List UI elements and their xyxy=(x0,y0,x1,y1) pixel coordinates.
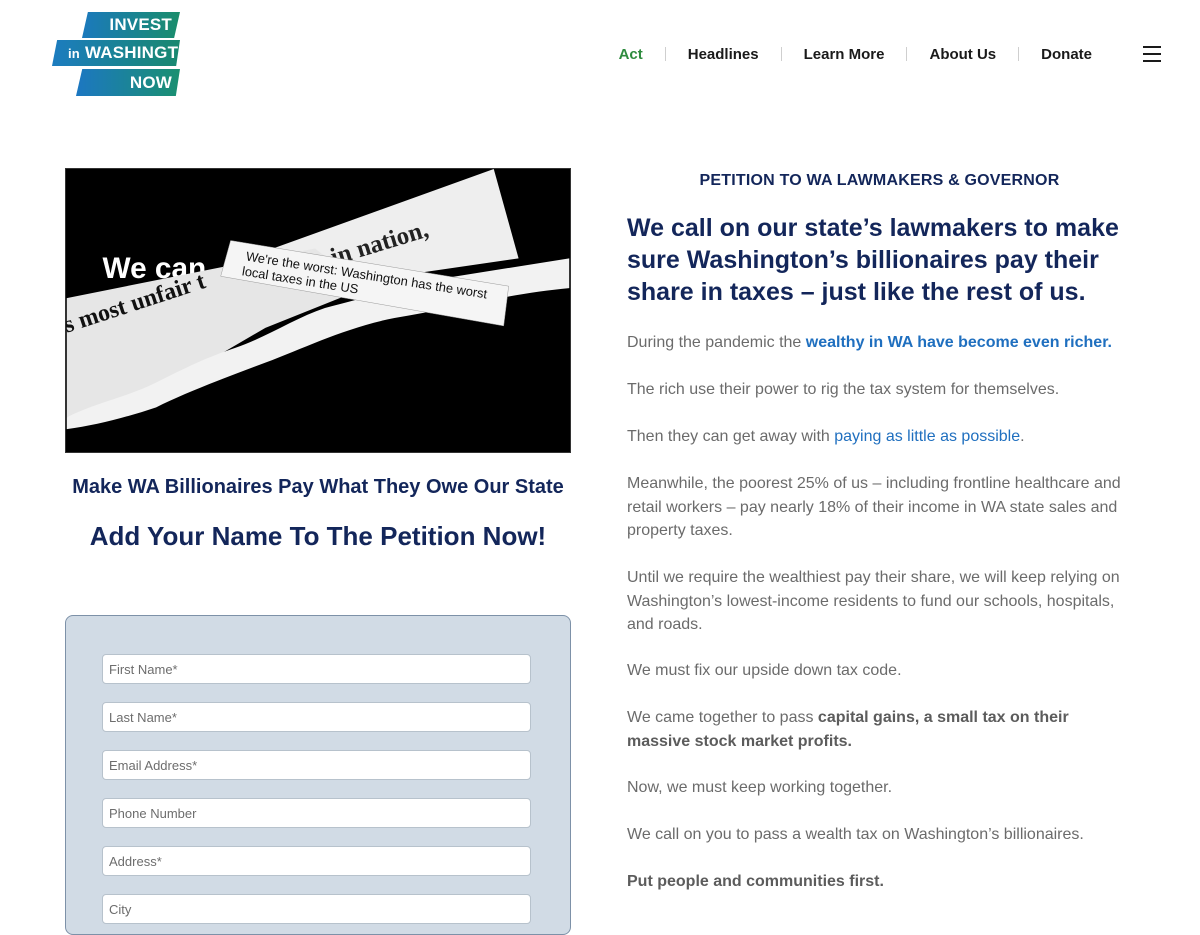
city-field[interactable] xyxy=(102,894,531,924)
logo-line-invest: INVEST xyxy=(82,12,180,38)
logo-line-washington: in WASHINGTON xyxy=(52,40,180,66)
left-cta-heading: Add Your Name To The Petition Now! xyxy=(89,521,547,551)
phone-field[interactable] xyxy=(102,798,531,828)
petition-headline: We call on our state’s lawmakers to make… xyxy=(627,214,1119,306)
left-subtitle: Make WA Billionaires Pay What They Owe O… xyxy=(72,476,564,498)
address-field[interactable] xyxy=(102,846,531,876)
paragraph-3: Then they can get away with paying as li… xyxy=(627,425,1127,449)
nav-headlines[interactable]: Headlines xyxy=(666,46,781,63)
paragraph-5: Until we require the wealthiest pay thei… xyxy=(627,569,1120,633)
nav-act[interactable]: Act xyxy=(597,46,665,63)
wealthy-richer-link[interactable]: wealthy in WA have become even richer. xyxy=(806,334,1112,351)
hero-image: We can cture in nation, s most unfair t … xyxy=(65,168,571,453)
paragraph-9: We call on you to pass a wealth tax on W… xyxy=(627,826,1084,843)
main-nav: Act Headlines Learn More About Us Donate xyxy=(597,44,1114,64)
paragraph-4: Meanwhile, the poorest 25% of us – inclu… xyxy=(627,475,1121,539)
paragraph-3-end: . xyxy=(1020,428,1025,445)
hamburger-icon[interactable] xyxy=(1143,46,1161,62)
paragraph-1-text: During the pandemic the xyxy=(627,334,806,351)
paragraph-1: During the pandemic the wealthy in WA ha… xyxy=(627,331,1127,355)
paying-little-link[interactable]: paying as little as possible xyxy=(834,428,1020,445)
paragraph-7-text: We came together to pass xyxy=(627,709,818,726)
petition-form xyxy=(65,615,571,935)
nav-donate[interactable]: Donate xyxy=(1019,46,1114,63)
petition-eyebrow: PETITION TO WA LAWMAKERS & GOVERNOR xyxy=(699,172,1060,189)
email-field[interactable] xyxy=(102,750,531,780)
site-logo[interactable]: INVEST in WASHINGTON NOW xyxy=(52,12,180,96)
paragraph-8: Now, we must keep working together. xyxy=(627,779,893,796)
paragraph-3-text: Then they can get away with xyxy=(627,428,835,445)
logo-line-now: NOW xyxy=(76,69,180,96)
nav-learn-more[interactable]: Learn More xyxy=(782,46,907,63)
paragraph-2: The rich use their power to rig the tax … xyxy=(627,381,1060,398)
last-name-field[interactable] xyxy=(102,702,531,732)
first-name-field[interactable] xyxy=(102,654,531,684)
paragraph-10: Put people and communities first. xyxy=(627,870,1127,894)
paragraph-6: We must fix our upside down tax code. xyxy=(627,662,902,679)
paragraph-10-bold: Put people and communities first. xyxy=(627,873,884,890)
nav-about-us[interactable]: About Us xyxy=(907,46,1018,63)
paragraph-7: We came together to pass capital gains, … xyxy=(627,706,1127,753)
